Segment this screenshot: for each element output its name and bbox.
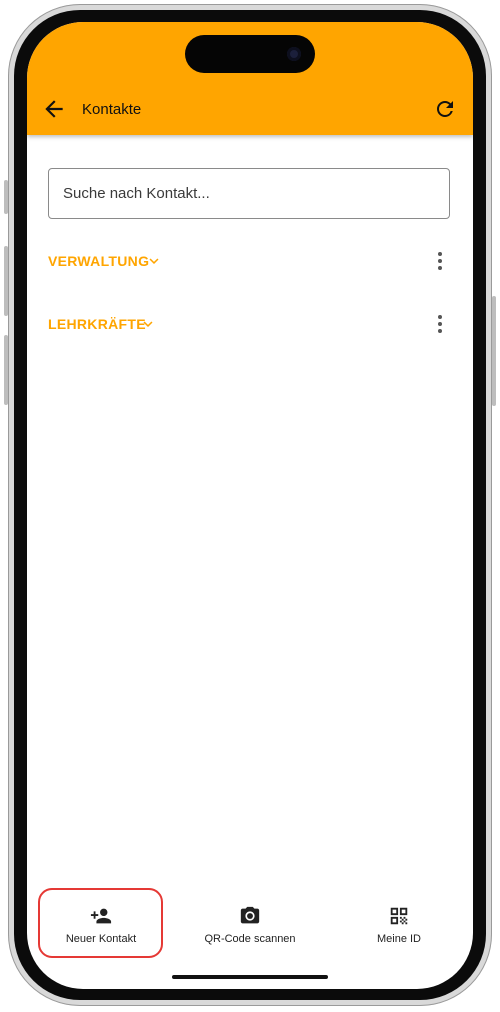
nav-label: QR-Code scannen <box>204 933 296 945</box>
camera-icon <box>240 906 260 924</box>
nav-label: Meine ID <box>376 933 422 945</box>
back-button[interactable] <box>41 96 67 122</box>
group-lehrkraefte[interactable]: LEHRKRÄFTE <box>48 309 452 339</box>
power-button <box>492 296 496 406</box>
dynamic-island <box>185 35 315 73</box>
qr-code-icon <box>390 907 408 925</box>
more-vert-icon[interactable] <box>428 311 452 337</box>
group-label[interactable]: LEHRKRÄFTE <box>48 316 146 332</box>
arrow-back-icon <box>45 100 63 118</box>
app-screen: Kontakte VERWALTUNG LEHRKRÄFTE <box>27 22 473 989</box>
chevron-down-icon[interactable] <box>139 315 157 333</box>
nav-my-id[interactable]: Meine ID <box>339 892 459 958</box>
refresh-icon <box>437 101 453 117</box>
nav-scan-qr[interactable]: QR-Code scannen <box>190 892 310 958</box>
highlight-box <box>38 888 163 958</box>
group-label[interactable]: VERWALTUNG <box>48 253 149 269</box>
more-vert-icon[interactable] <box>428 248 452 274</box>
front-camera <box>287 47 301 61</box>
page-title: Kontakte <box>82 101 142 118</box>
home-indicator[interactable] <box>172 975 328 979</box>
group-verwaltung[interactable]: VERWALTUNG <box>48 246 452 276</box>
search-input[interactable] <box>48 168 450 219</box>
app-bar: Kontakte <box>27 22 473 135</box>
chevron-down-icon[interactable] <box>145 252 163 270</box>
refresh-button[interactable] <box>433 97 457 121</box>
